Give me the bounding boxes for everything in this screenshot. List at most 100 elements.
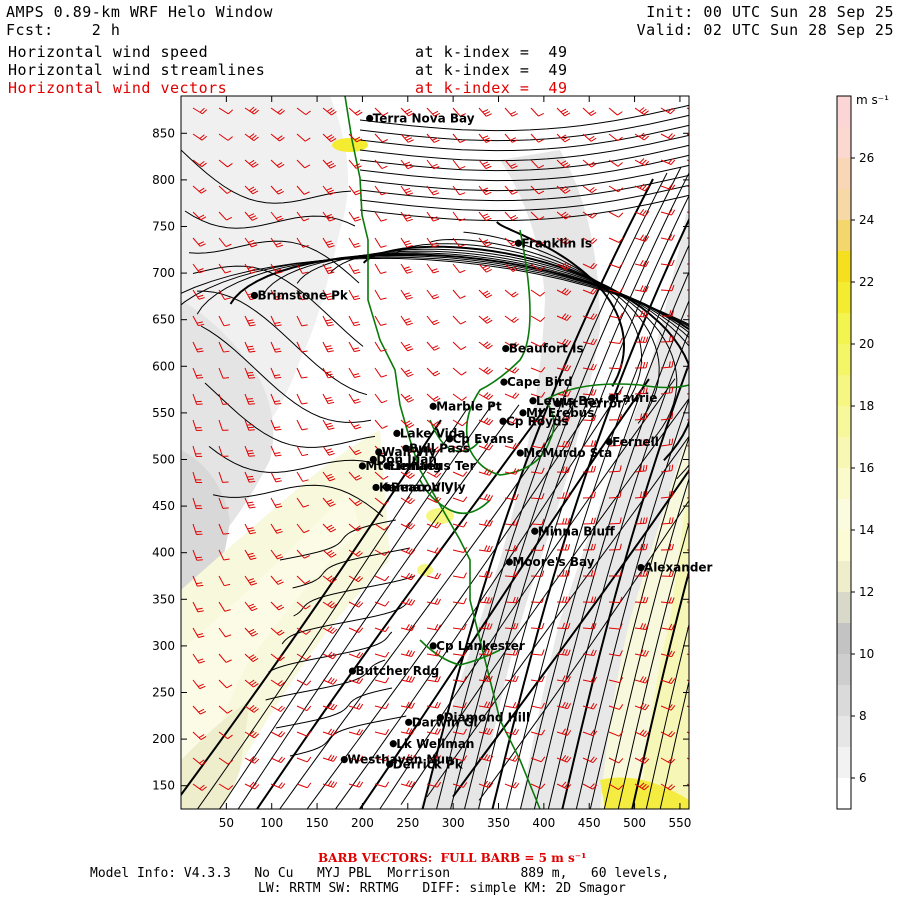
- x-tick-label: 250: [396, 816, 419, 830]
- y-tick-label: 800: [152, 173, 175, 187]
- y-tick-label: 850: [152, 126, 175, 140]
- colorbar-band: [837, 530, 851, 561]
- x-tick-label: 300: [442, 816, 465, 830]
- wind-barb-flag: [696, 786, 701, 790]
- place-label: Cape Bird: [507, 375, 573, 389]
- wind-barb-flag: [698, 438, 699, 444]
- colorbar-label: 16: [859, 461, 874, 475]
- y-tick-label: 600: [152, 359, 175, 373]
- place-label: Derrick Pk: [393, 757, 464, 771]
- wind-barb-flag: [697, 108, 701, 112]
- colorbar-band: [837, 375, 851, 406]
- wind-barb-flag: [247, 426, 254, 429]
- y-tick-label: 400: [152, 546, 175, 560]
- x-tick-label: 350: [487, 816, 510, 830]
- wind-barb-flag: [698, 412, 699, 418]
- colorbar-band: [837, 747, 851, 778]
- place-label: Moore's Bay: [512, 555, 594, 569]
- wind-barb-flag: [696, 759, 700, 763]
- wind-barb-flag: [246, 371, 254, 374]
- wind-barb-flag: [698, 625, 701, 630]
- wind-barb-flag: [698, 335, 699, 341]
- colorbar-band: [837, 499, 851, 530]
- colorbar-band: [837, 406, 851, 437]
- wind-barb-flag: [247, 452, 254, 455]
- wind-barb-flag: [698, 259, 700, 265]
- place-label: Minna Bluff: [538, 524, 615, 538]
- place-label: Beaufort Is: [509, 342, 584, 356]
- wind-barb-flag: [248, 429, 255, 431]
- wind-barb-flag: [698, 360, 699, 366]
- colorbar-band: [837, 96, 851, 127]
- wind-barb-flag: [698, 652, 701, 657]
- wind-barb-flag: [248, 455, 255, 457]
- y-tick-label: 350: [152, 592, 175, 606]
- colorbar-units: m s⁻¹: [856, 93, 889, 107]
- colorbar-band: [837, 282, 851, 313]
- wind-barb-flag: [197, 377, 204, 379]
- x-tick-label: 450: [578, 816, 601, 830]
- wind-barb-flag: [222, 377, 230, 379]
- colorbar-band: [837, 437, 851, 468]
- wind-barb-flag: [698, 233, 700, 239]
- wind-barb-flag: [698, 544, 700, 550]
- x-tick-label: 400: [532, 816, 555, 830]
- x-tick-label: 50: [219, 816, 234, 830]
- wind-barb: [660, 289, 673, 292]
- wind-barb: [660, 340, 673, 343]
- colorbar-band: [837, 158, 851, 189]
- colorbar-band: [837, 220, 851, 251]
- colorbar-label: 20: [859, 337, 874, 351]
- wind-barb-flag: [246, 450, 253, 452]
- colorbar-label: 22: [859, 275, 874, 289]
- colorbar-band: [837, 127, 851, 158]
- wind-barb-flag: [222, 507, 229, 509]
- x-tick-label: 100: [260, 816, 283, 830]
- place-label: Diamond Hill: [443, 711, 530, 725]
- colorbar-band: [837, 654, 851, 685]
- colorbar-band: [837, 592, 851, 623]
- place-label: Marble Pt: [436, 399, 502, 413]
- colorbar: 6 8 10 12 14 16 18 20 22 24 26: [836, 95, 874, 810]
- place-label: Alexander: [644, 561, 713, 575]
- place-label: Butcher Rdg: [355, 664, 439, 678]
- wind-map: Terra Nova Bay Franklin Is Brimstone Pk Bea…: [152, 93, 889, 830]
- colorbar-label: 6: [859, 771, 867, 785]
- wind-barb-flag: [249, 480, 256, 483]
- wind-barb-flag: [698, 208, 701, 213]
- x-tick-label: 550: [668, 816, 691, 830]
- place-label: Lk Wellman: [396, 737, 474, 751]
- wind-barb-flag: [698, 491, 699, 497]
- wind-barb-flag: [249, 377, 256, 379]
- colorbar-band: [837, 344, 851, 375]
- colorbar-band: [837, 189, 851, 220]
- place-label: Beacon Vly: [391, 480, 466, 494]
- wind-barb-flag: [697, 733, 701, 737]
- wind-barb-flag: [247, 400, 254, 403]
- wind-barb-flag: [697, 158, 700, 163]
- wind-barb-flag: [196, 559, 203, 561]
- wind-barb-flag: [697, 706, 701, 711]
- x-tick-label: 200: [351, 816, 374, 830]
- wind-barb-flag: [196, 374, 203, 377]
- model-info-line-2: LW: RRTM SW: RRTMG DIFF: simple KM: 2D S…: [258, 881, 626, 896]
- colorbar-band: [837, 716, 851, 747]
- place-label: Cp Lankester: [436, 639, 525, 653]
- y-tick-label: 650: [152, 313, 175, 327]
- wind-barb-flag: [698, 183, 701, 188]
- colorbar-band: [837, 561, 851, 592]
- wind-barb-flag: [698, 284, 699, 290]
- colorbar-band: [837, 778, 851, 809]
- y-tick-label: 700: [152, 266, 175, 280]
- y-tick-label: 300: [152, 639, 175, 653]
- colorbar-band: [837, 468, 851, 499]
- place-label: Fernell: [612, 435, 659, 449]
- barb-legend: BARB VECTORS: FULL BARB = 5 m s⁻¹: [318, 851, 587, 865]
- x-tick-label: 500: [623, 816, 646, 830]
- y-tick-label: 150: [152, 779, 175, 793]
- wind-barb-flag: [698, 465, 699, 471]
- y-tick-label: 450: [152, 499, 175, 513]
- wind-barb-flag: [248, 478, 255, 481]
- wind-barb: [582, 419, 595, 422]
- y-tick-label: 550: [152, 406, 175, 420]
